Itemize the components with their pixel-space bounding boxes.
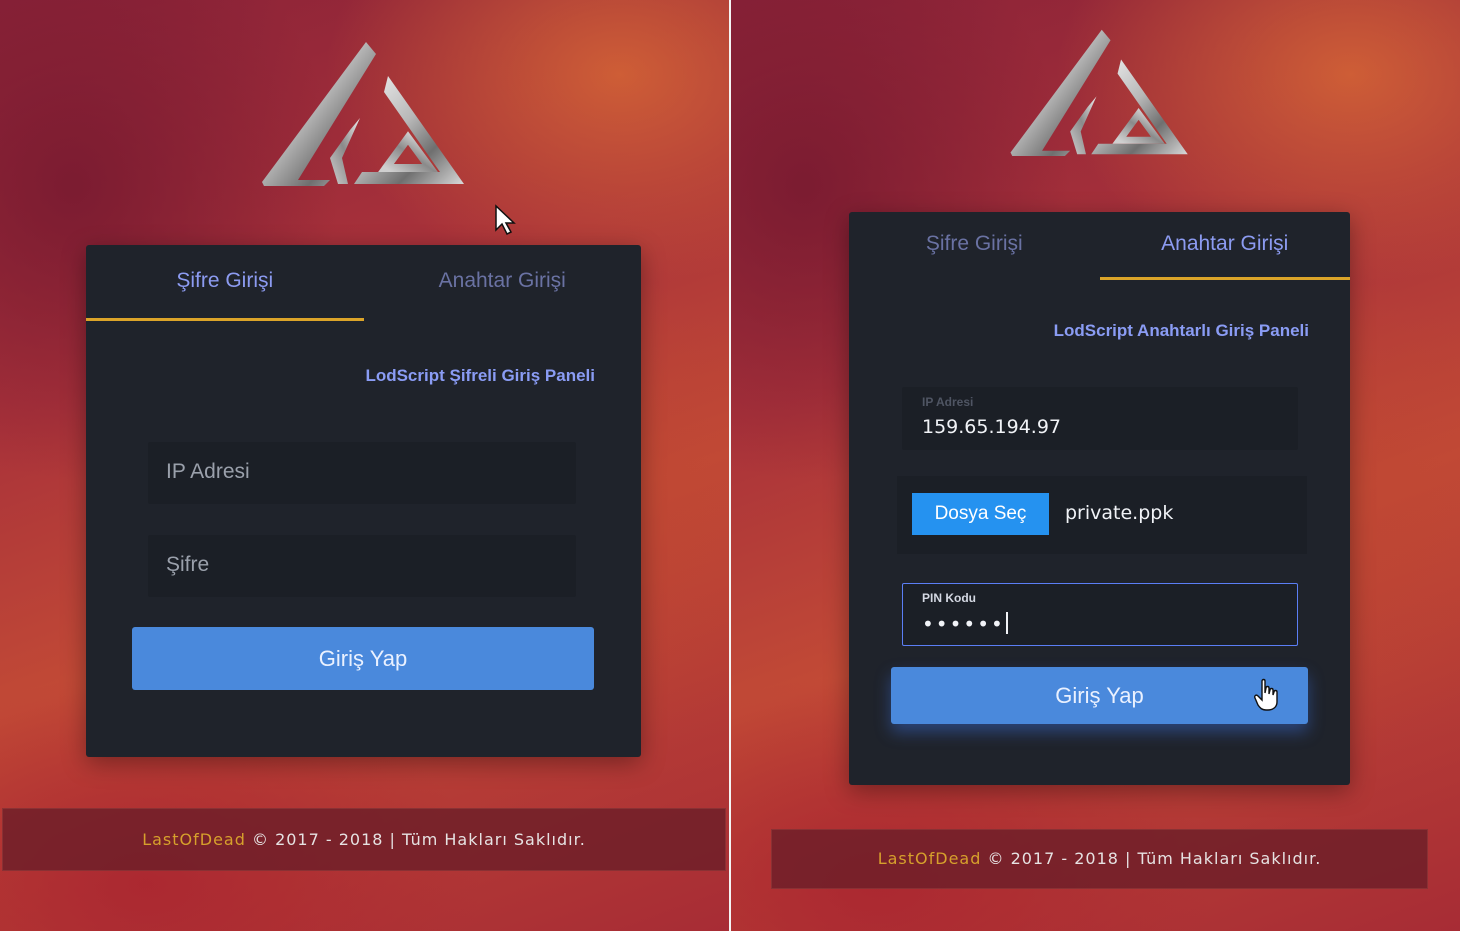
pin-code-value: •••••• bbox=[922, 612, 1008, 636]
login-button[interactable]: Giriş Yap bbox=[891, 667, 1308, 724]
footer-brand-link[interactable]: LastOfDead bbox=[142, 830, 246, 849]
footer-brand-link[interactable]: LastOfDead bbox=[878, 849, 982, 868]
key-login-screen: Şifre Girişi Anahtar Girişi LodScript An… bbox=[731, 0, 1460, 931]
ip-address-input[interactable]: IP Adresi 159.65.194.97 bbox=[902, 387, 1298, 450]
lod-logo-icon bbox=[1010, 29, 1188, 157]
footer: LastOfDead © 2017 - 2018 | Tüm Hakları S… bbox=[771, 829, 1428, 889]
lod-logo-icon bbox=[262, 42, 464, 186]
login-tabs: Şifre Girişi Anahtar Girişi bbox=[849, 212, 1350, 282]
login-tabs: Şifre Girişi Anahtar Girişi bbox=[86, 245, 641, 321]
hand-pointer-icon bbox=[1254, 678, 1278, 711]
panel-title: LodScript Anahtarlı Giriş Paneli bbox=[1053, 321, 1309, 340]
pin-code-label: PIN Kodu bbox=[922, 591, 976, 605]
active-tab-indicator bbox=[1099, 277, 1350, 280]
mouse-pointer-icon bbox=[495, 204, 516, 236]
panel-title: LodScript Şifreli Giriş Paneli bbox=[365, 366, 595, 385]
password-input[interactable]: Şifre bbox=[148, 535, 576, 597]
text-caret bbox=[1005, 612, 1008, 634]
tab-password-login[interactable]: Şifre Girişi bbox=[849, 212, 1100, 282]
login-button[interactable]: Giriş Yap bbox=[132, 627, 594, 690]
footer-copyright: © 2017 - 2018 | Tüm Hakları Saklıdır. bbox=[981, 849, 1322, 868]
active-tab-indicator bbox=[86, 318, 364, 321]
tab-key-login[interactable]: Anahtar Girişi bbox=[364, 245, 642, 321]
ip-address-label: IP Adresi bbox=[922, 395, 974, 409]
choose-file-button[interactable]: Dosya Seç bbox=[912, 493, 1049, 535]
password-login-screen: Şifre Girişi Anahtar Girişi LodScript Şi… bbox=[0, 0, 729, 931]
pin-code-input[interactable]: PIN Kodu •••••• bbox=[902, 583, 1298, 646]
login-card: Şifre Girişi Anahtar Girişi LodScript Şi… bbox=[86, 245, 641, 757]
footer: LastOfDead © 2017 - 2018 | Tüm Hakları S… bbox=[2, 808, 726, 871]
selected-file-name: private.ppk bbox=[1065, 502, 1174, 524]
password-placeholder: Şifre bbox=[166, 553, 210, 576]
ip-address-value: 159.65.194.97 bbox=[922, 416, 1062, 438]
key-file-picker: Dosya Seç private.ppk bbox=[897, 476, 1307, 554]
tab-password-login[interactable]: Şifre Girişi bbox=[86, 245, 364, 321]
ip-address-input[interactable]: IP Adresi bbox=[148, 442, 576, 504]
ip-address-placeholder: IP Adresi bbox=[166, 460, 250, 483]
login-card: Şifre Girişi Anahtar Girişi LodScript An… bbox=[849, 212, 1350, 785]
tab-key-login[interactable]: Anahtar Girişi bbox=[1100, 212, 1351, 282]
footer-copyright: © 2017 - 2018 | Tüm Hakları Saklıdır. bbox=[245, 830, 586, 849]
pin-code-dots: •••••• bbox=[922, 612, 1005, 636]
